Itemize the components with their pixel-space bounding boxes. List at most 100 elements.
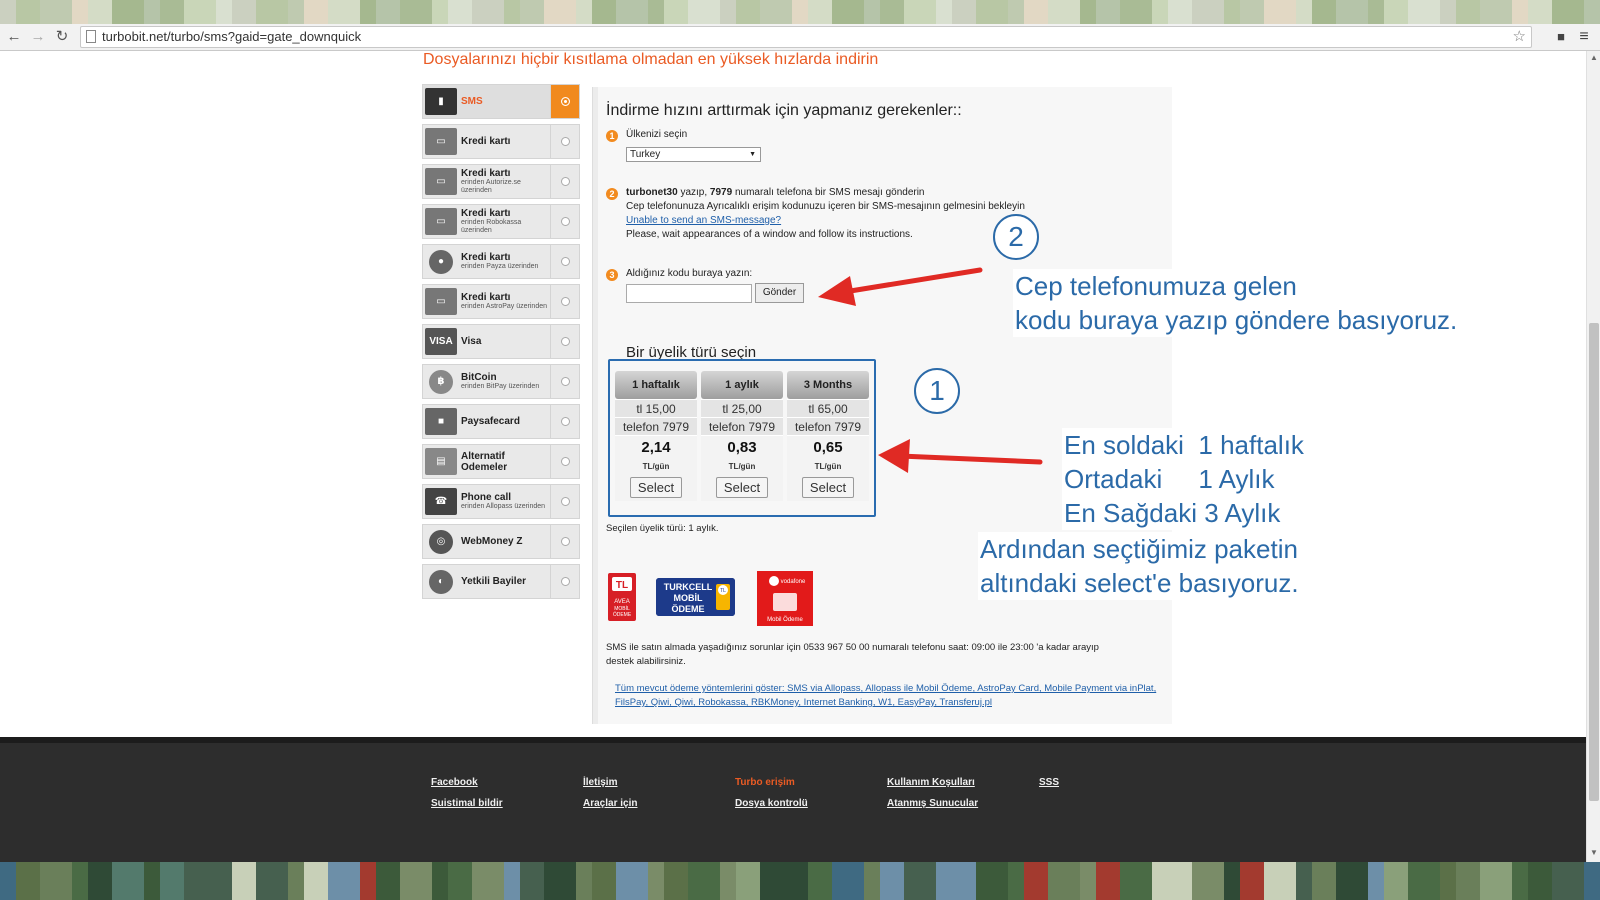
- pixel-block: [304, 0, 328, 24]
- sidebar-item-12[interactable]: ◐ Yetkili Bayiler: [422, 564, 580, 599]
- scroll-down-arrow-icon[interactable]: ▼: [1587, 848, 1600, 860]
- extension-icon[interactable]: ■: [1552, 28, 1570, 46]
- pixel-block: [1456, 862, 1480, 900]
- footer-link[interactable]: Kullanım Koşulları: [887, 777, 978, 788]
- pixel-block: [1048, 862, 1080, 900]
- sidebar-item-11[interactable]: ◎ WebMoney Z: [422, 524, 580, 559]
- radio-button[interactable]: [560, 217, 570, 226]
- radio-button[interactable]: [560, 137, 570, 146]
- footer-link[interactable]: Turbo erişim: [735, 777, 808, 788]
- address-bar[interactable]: turbobit.net/turbo/sms?gaid=gate_downqui…: [80, 26, 1532, 48]
- sidebar-item-6[interactable]: VISA Visa: [422, 324, 580, 359]
- pixel-block: [688, 0, 720, 24]
- footer-link[interactable]: İletişim: [583, 777, 637, 788]
- url-text[interactable]: turbobit.net/turbo/sms?gaid=gate_downqui…: [102, 29, 361, 44]
- all-methods-link[interactable]: Tüm mevcut ödeme yöntemlerini göster: SM…: [615, 682, 1175, 710]
- radio-wrap[interactable]: [550, 285, 579, 318]
- footer-link[interactable]: Facebook: [431, 777, 503, 788]
- sidebar-item-2[interactable]: ▭ Kredi kartı erinden Autorize.se üzerinde…: [422, 164, 580, 199]
- sidebar-item-7[interactable]: ฿ BitCoin erinden BitPay üzerinden: [422, 364, 580, 399]
- pixel-block: [976, 862, 1008, 900]
- radio-button[interactable]: [560, 457, 570, 466]
- sidebar-item-3[interactable]: ▭ Kredi kartı erinden Robokassa üzerinden: [422, 204, 580, 239]
- footer-link[interactable]: Dosya kontrolü: [735, 798, 808, 809]
- footer-link[interactable]: Araçlar için: [583, 798, 637, 809]
- reload-button[interactable]: ↻: [53, 28, 71, 46]
- radio-button[interactable]: [560, 417, 570, 426]
- pixel-block: [1312, 0, 1336, 24]
- footer-link[interactable]: Suistimal bildir: [431, 798, 503, 809]
- lock-icon: ■: [425, 408, 457, 435]
- sidebar-item-10[interactable]: ☎ Phone call erinden Allopass üzerinden: [422, 484, 580, 519]
- sidebar-item-text: Phone call erinden Allopass üzerinden: [461, 492, 549, 511]
- radio-wrap[interactable]: [550, 485, 579, 518]
- plan-select-button[interactable]: Select: [716, 477, 768, 498]
- vodafone-logo: vodafone Mobil Ödeme: [757, 571, 813, 626]
- sidebar-item-1[interactable]: ▭ Kredi kartı: [422, 124, 580, 159]
- footer-link[interactable]: Atanmış Sunucular: [887, 798, 978, 809]
- radio-wrap[interactable]: [550, 365, 579, 398]
- radio-wrap[interactable]: [550, 525, 579, 558]
- back-button[interactable]: ←: [5, 28, 23, 46]
- forward-button[interactable]: →: [29, 28, 47, 46]
- pixel-block: [232, 0, 256, 24]
- sidebar-item-0[interactable]: ▮ SMS: [422, 84, 580, 119]
- footer-column-2: Turbo erişim Dosya kontrolü: [735, 777, 808, 819]
- radio-wrap[interactable]: [550, 405, 579, 438]
- radio-wrap[interactable]: [550, 205, 579, 238]
- radio-button[interactable]: [560, 297, 570, 306]
- pixel-block: [232, 862, 256, 900]
- sidebar-item-5[interactable]: ▭ Kredi kartı erinden AstroPay üzerinden: [422, 284, 580, 319]
- sidebar-item-4[interactable]: ● Kredi kartı erinden Payza üzerinden: [422, 244, 580, 279]
- svg-text:Mobil Ödeme: Mobil Ödeme: [767, 616, 803, 623]
- plan-select-button[interactable]: Select: [630, 477, 682, 498]
- pixel-block: [664, 0, 688, 24]
- radio-button[interactable]: [560, 177, 570, 186]
- pixel-block: [736, 0, 760, 24]
- radio-button[interactable]: [560, 337, 570, 346]
- sidebar-item-text: Kredi kartı erinden Robokassa üzerinden: [461, 208, 549, 235]
- footer-column-3: Kullanım Koşulları Atanmış Sunucular: [887, 777, 978, 819]
- plan-name: 3 Months: [787, 371, 869, 399]
- pixel-block: [216, 0, 232, 24]
- avea-logo: TL AVEA MOBİL ÖDEME: [608, 573, 636, 621]
- pixel-block: [1152, 0, 1168, 24]
- bookmark-star-icon[interactable]: ☆: [1513, 27, 1526, 45]
- page-scrollbar[interactable]: ▲ ▼: [1586, 51, 1600, 862]
- country-label: Ülkenizi seçin: [626, 129, 688, 140]
- radio-button[interactable]: [560, 577, 570, 586]
- menu-icon[interactable]: ≡: [1575, 28, 1593, 46]
- radio-button[interactable]: [560, 257, 570, 266]
- radio-button[interactable]: [560, 377, 570, 386]
- selected-plan-text: Seçilen üyelik türü: 1 aylık.: [606, 523, 719, 534]
- country-select[interactable]: Turkey ▼: [626, 147, 761, 162]
- code-input[interactable]: [626, 284, 752, 303]
- scroll-up-arrow-icon[interactable]: ▲: [1587, 53, 1600, 65]
- unable-to-send-link[interactable]: Unable to send an SMS-message?: [626, 215, 781, 226]
- webmoney-icon: ◎: [429, 529, 453, 554]
- radio-wrap[interactable]: [550, 85, 579, 118]
- radio-button[interactable]: [560, 497, 570, 506]
- send-button[interactable]: Gönder: [755, 283, 804, 303]
- pixel-block: [88, 862, 112, 900]
- radio-wrap[interactable]: [550, 165, 579, 198]
- plan-per-day: 0,65: [787, 435, 869, 458]
- radio-button[interactable]: [560, 537, 570, 546]
- radio-wrap[interactable]: [550, 325, 579, 358]
- radio-button[interactable]: [560, 97, 570, 106]
- footer-link[interactable]: SSS: [1039, 777, 1059, 788]
- radio-wrap[interactable]: [550, 125, 579, 158]
- plan-phone: telefon 7979: [701, 417, 783, 435]
- pixel-block: [256, 862, 288, 900]
- radio-wrap[interactable]: [550, 445, 579, 478]
- pixel-block: [880, 0, 904, 24]
- radio-wrap[interactable]: [550, 245, 579, 278]
- sidebar-item-8[interactable]: ■ Paysafecard: [422, 404, 580, 439]
- sidebar-item-text: Paysafecard: [461, 416, 549, 427]
- scroll-thumb[interactable]: [1589, 323, 1599, 801]
- radio-wrap[interactable]: [550, 565, 579, 598]
- sidebar-item-text: Kredi kartı erinden AstroPay üzerinden: [461, 292, 549, 311]
- sidebar-item-9[interactable]: ▤ Alternatif Odemeler: [422, 444, 580, 479]
- plan-select-button[interactable]: Select: [802, 477, 854, 498]
- plan-per-day: 0,83: [701, 435, 783, 458]
